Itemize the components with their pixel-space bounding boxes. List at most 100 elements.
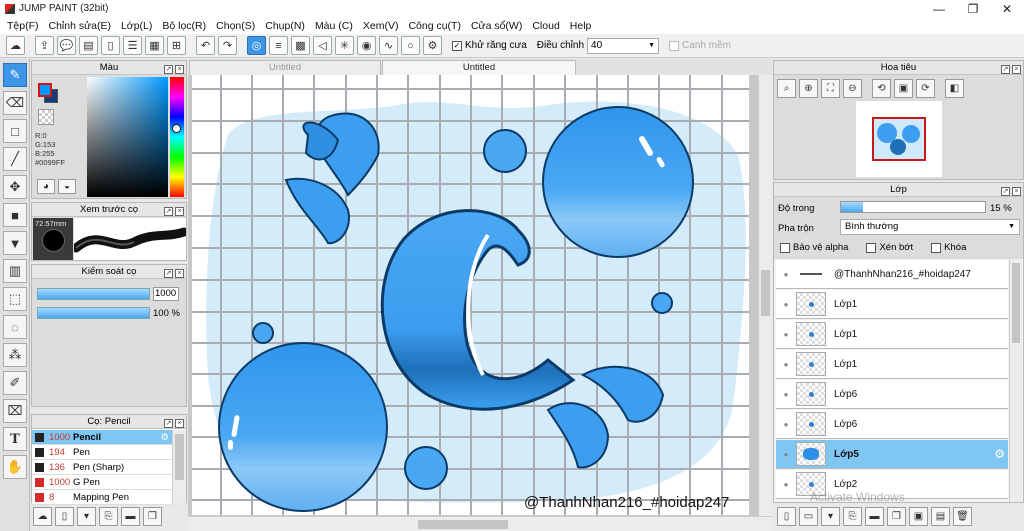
layer-settings-icon[interactable]: ▤ — [931, 507, 950, 526]
undo-icon[interactable]: ↶ — [196, 36, 215, 55]
visibility-toggle-icon[interactable]: ● — [776, 300, 796, 309]
copy-brush-icon[interactable]: ⎘ — [99, 507, 118, 526]
layers-list-icon[interactable]: ☰ — [123, 36, 142, 55]
grid-settings-icon[interactable]: ⊞ — [167, 36, 186, 55]
tab-untitled-2[interactable]: Untitled — [382, 60, 576, 75]
panel-close-icon[interactable]: × — [1012, 187, 1021, 196]
menu-capture[interactable]: Chụp(N) — [260, 20, 310, 32]
snap-soft-checkbox[interactable] — [669, 40, 680, 51]
menu-tools[interactable]: Công cụ(T) — [403, 20, 466, 32]
snap-curve-icon[interactable]: ∿ — [379, 36, 398, 55]
menu-select[interactable]: Chọn(S) — [211, 20, 260, 32]
antialias-checkbox[interactable]: ✓ — [452, 40, 462, 51]
text-tool-icon[interactable]: T — [3, 427, 27, 451]
brush-list-scrollbar[interactable] — [172, 430, 186, 503]
brush-list-item[interactable]: 136 Pen (Sharp) — [32, 460, 172, 475]
clip-checkbox[interactable] — [866, 242, 877, 253]
export-icon[interactable]: ⇪ — [35, 36, 54, 55]
panel-close-icon[interactable]: × — [1012, 65, 1021, 74]
brush-menu-icon[interactable]: ▾ — [77, 507, 96, 526]
layer-row[interactable]: ● Lớp1 — [776, 290, 1008, 319]
comment-icon[interactable]: 💬 — [57, 36, 76, 55]
fill-rect-tool-icon[interactable]: ■ — [3, 203, 27, 227]
visibility-toggle-icon[interactable]: ● — [776, 420, 796, 429]
hue-slider[interactable] — [170, 77, 184, 197]
flip-icon[interactable]: ◧ — [945, 79, 964, 98]
select-rect-tool-icon[interactable]: ⬚ — [3, 287, 27, 311]
delete-layer-icon[interactable]: 🗑 — [953, 507, 972, 526]
folder-icon[interactable]: ▬ — [121, 507, 140, 526]
layer-row[interactable]: ● Lớp6 — [776, 380, 1008, 409]
lasso-tool-icon[interactable]: ◌ — [3, 315, 27, 339]
menu-file[interactable]: Tệp(F) — [2, 20, 44, 32]
panel-close-icon[interactable]: × — [175, 419, 184, 428]
menu-filter[interactable]: Bộ lọc(R) — [157, 20, 211, 32]
rotate-right-icon[interactable]: ⟳ — [916, 79, 935, 98]
snap-vanishing-icon[interactable]: ◁ — [313, 36, 332, 55]
redo-icon[interactable]: ↷ — [218, 36, 237, 55]
menu-layer[interactable]: Lớp(L) — [116, 20, 157, 32]
snap-circle-icon[interactable]: ○ — [401, 36, 420, 55]
move-tool-icon[interactable]: ✥ — [3, 175, 27, 199]
canvas-horizontal-scrollbar[interactable] — [188, 516, 772, 531]
brush-size-slider[interactable] — [37, 288, 150, 300]
panel-float-icon[interactable]: ↗ — [164, 269, 173, 278]
snap-concentric-icon[interactable]: ◉ — [357, 36, 376, 55]
zoom-in-icon[interactable]: ⊕ — [799, 79, 818, 98]
panel-float-icon[interactable]: ↗ — [164, 419, 173, 428]
panel-close-icon[interactable]: × — [175, 207, 184, 216]
brush-list-item[interactable]: 8 Mapping Pen — [32, 490, 172, 505]
menu-help[interactable]: Help — [565, 20, 597, 32]
visibility-toggle-icon[interactable]: ● — [776, 450, 796, 459]
line-tool-icon[interactable]: ╱ — [3, 147, 27, 171]
visibility-toggle-icon[interactable]: ● — [776, 360, 796, 369]
canvas-area[interactable]: @ThanhNhan216_#hoidap247 — [188, 75, 772, 531]
select-pen-tool-icon[interactable]: ✐ — [3, 371, 27, 395]
snap-radial-icon[interactable]: ✳ — [335, 36, 354, 55]
canvas-vertical-scrollbar[interactable] — [758, 75, 772, 516]
layer-row[interactable]: ● Lớp6 — [776, 410, 1008, 439]
layer-opacity-slider[interactable] — [840, 201, 986, 213]
fit-icon[interactable]: ⛶ — [821, 79, 840, 98]
eraser-tool-icon[interactable]: ⌫ — [3, 91, 27, 115]
duplicate-icon[interactable]: ❐ — [143, 507, 162, 526]
gear-icon[interactable]: ⚙ — [994, 447, 1005, 461]
lock-checkbox[interactable] — [931, 242, 942, 253]
layer-row[interactable]: ● Lớp5 ⚙ — [776, 440, 1008, 469]
panel-float-icon[interactable]: ↗ — [164, 65, 173, 74]
panel-float-icon[interactable]: ↗ — [1001, 187, 1010, 196]
gradient-tool-icon[interactable]: ▥ — [3, 259, 27, 283]
layout-icon[interactable]: ▦ — [145, 36, 164, 55]
menu-edit[interactable]: Chỉnh sửa(E) — [44, 20, 116, 32]
layer-list-scrollbar[interactable] — [1009, 259, 1022, 502]
message-icon[interactable]: ▤ — [79, 36, 98, 55]
zoom-out-icon[interactable]: ⊖ — [843, 79, 862, 98]
visibility-toggle-icon[interactable]: ● — [776, 270, 796, 279]
protect-alpha-checkbox[interactable] — [780, 242, 790, 253]
menu-view[interactable]: Xem(V) — [358, 20, 404, 32]
zoom-search-icon[interactable]: ⌕ — [777, 79, 796, 98]
layer-row[interactable]: ● Lớp1 — [776, 350, 1008, 379]
brush-size-field[interactable]: 1000 — [153, 287, 179, 301]
rotate-left-icon[interactable]: ⟲ — [872, 79, 891, 98]
menu-window[interactable]: Cửa sổ(W) — [466, 20, 527, 32]
brush-list-item[interactable]: 194 Pen — [32, 445, 172, 460]
panel-float-icon[interactable]: ↗ — [164, 207, 173, 216]
merge-layer-icon[interactable]: ❐ — [887, 507, 906, 526]
panel-close-icon[interactable]: × — [175, 65, 184, 74]
panel-float-icon[interactable]: ↗ — [1001, 65, 1010, 74]
saturation-value-field[interactable] — [87, 77, 168, 197]
new-brush-icon[interactable]: ▯ — [55, 507, 74, 526]
blend-mode-select[interactable]: Bình thường ▼ — [840, 219, 1020, 235]
visibility-toggle-icon[interactable]: ● — [776, 390, 796, 399]
layer-row[interactable]: ● Lớp1 — [776, 320, 1008, 349]
select-eraser-tool-icon[interactable]: ⌧ — [3, 399, 27, 423]
hand-tool-icon[interactable]: ✋ — [3, 455, 27, 479]
panel-close-icon[interactable]: × — [175, 269, 184, 278]
visibility-toggle-icon[interactable]: ● — [776, 480, 796, 489]
maximize-button[interactable]: ❐ — [956, 0, 990, 17]
close-button[interactable]: ✕ — [990, 0, 1024, 17]
snap-parallel-icon[interactable]: ≡ — [269, 36, 288, 55]
magic-wand-tool-icon[interactable]: ⁂ — [3, 343, 27, 367]
transparent-swatch[interactable] — [38, 109, 54, 125]
